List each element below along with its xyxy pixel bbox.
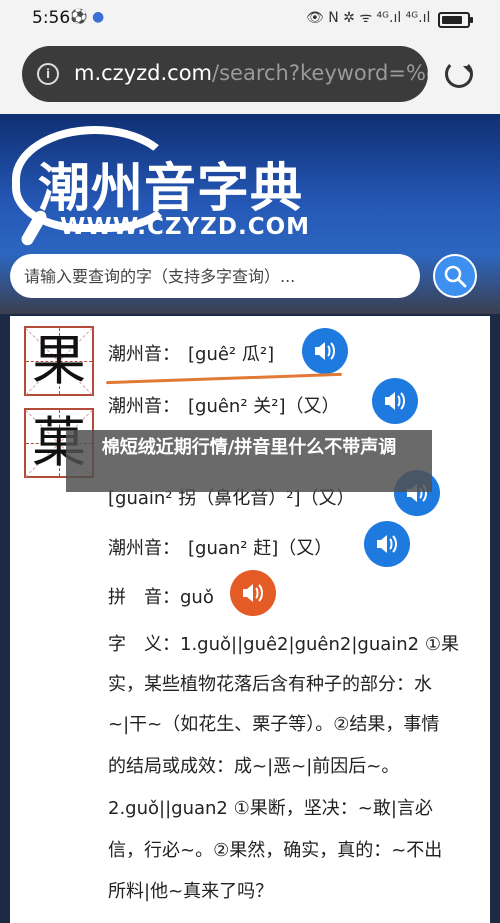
search-icon: [444, 265, 467, 288]
pronunciation-row: 潮州音： [guên² 关²]（又）: [108, 392, 340, 418]
character-glyph: 果: [32, 329, 86, 392]
url-text[interactable]: m.czyzd.com/search?keyword=%e€: [74, 61, 428, 85]
site-domain: WWW.CZYZD.COM: [60, 214, 311, 240]
status-bar: 5:56 ⚽ ● 👁 N ✲ ᯤ ⁴ᴳ.ıl ⁴ᴳ.ıl: [0, 0, 500, 36]
url-path: /search?keyword=%e€: [212, 61, 428, 85]
definition-line: 所料|他~真来了吗？: [108, 881, 274, 902]
highlight-underline: [106, 372, 342, 385]
address-bar[interactable]: i m.czyzd.com/search?keyword=%e€: [22, 46, 428, 102]
overlay-banner: 棉短绒近期行情/拼音里什么不带声调: [66, 430, 432, 492]
site-info-icon[interactable]: i: [37, 63, 59, 85]
speaker-icon: [243, 584, 263, 602]
pinyin-value: guǒ: [180, 587, 214, 608]
pinyin-label: 拼 音：: [108, 587, 180, 608]
play-audio-button[interactable]: [372, 378, 418, 424]
pronunciation-label: 潮州音：: [108, 344, 180, 365]
play-audio-button[interactable]: [302, 328, 348, 374]
battery-icon: [438, 12, 473, 28]
pronunciation-value: [guên² 关²]（又）: [188, 396, 340, 417]
search-button[interactable]: [433, 254, 477, 298]
speaker-icon: [377, 535, 397, 553]
pronunciation-value: [guê² 瓜²]: [188, 344, 275, 365]
search-row: [0, 254, 500, 304]
url-host: m.czyzd.com: [74, 61, 213, 85]
definition-line: 信，行必~。②果然，确实，真的：~不出: [108, 840, 443, 861]
definition-line: 实，某些植物花落后含有种子的部分：水: [108, 674, 432, 695]
banner-text: 棉短绒近期行情/拼音里什么不带声调: [101, 437, 397, 458]
play-audio-button[interactable]: [364, 521, 410, 567]
result-panel: 果 菓 潮州音： [guê² 瓜²] 潮州音： [guên² 关²]（又） [gua…: [10, 316, 490, 923]
browser-toolbar: i m.czyzd.com/search?keyword=%e€: [0, 36, 500, 114]
pronunciation-row: 潮州音： [guê² 瓜²]: [108, 340, 274, 366]
definition-line: 的结局或成效：成~|恶~|前因后~。: [108, 756, 400, 777]
app-notification-icon: ⚽: [70, 9, 88, 25]
status-time: 5:56: [32, 8, 71, 28]
character-card: 果: [24, 326, 94, 396]
search-input[interactable]: [10, 254, 420, 298]
definition-line: ~|干~（如花生、栗子等）。②结果，事情: [108, 714, 440, 735]
pronunciation-label: 潮州音：: [108, 396, 180, 417]
play-pinyin-audio-button[interactable]: [230, 570, 276, 616]
definition-line: 2.guǒ||guan2 ①果断，坚决：~敢|言必: [108, 798, 433, 819]
speaker-icon: [315, 342, 335, 360]
site-logo-title[interactable]: 潮州音字典: [38, 146, 303, 221]
pronunciation-label: 潮州音：: [108, 538, 180, 559]
pinyin-row: 拼 音：guǒ: [108, 583, 214, 609]
speaker-icon: [385, 392, 405, 410]
system-status-icons: 👁 N ✲ ᯤ ⁴ᴳ.ıl ⁴ᴳ.ıl: [306, 10, 431, 26]
definition-line: 字 义：1.guǒ||guê2|guên2|guain2 ①果: [108, 634, 459, 655]
pronunciation-value: [guan² 赶]（又）: [188, 538, 333, 559]
pronunciation-row: 潮州音： [guan² 赶]（又）: [108, 534, 332, 560]
browser-notification-icon: ●: [92, 9, 105, 25]
reload-icon[interactable]: [445, 60, 473, 88]
